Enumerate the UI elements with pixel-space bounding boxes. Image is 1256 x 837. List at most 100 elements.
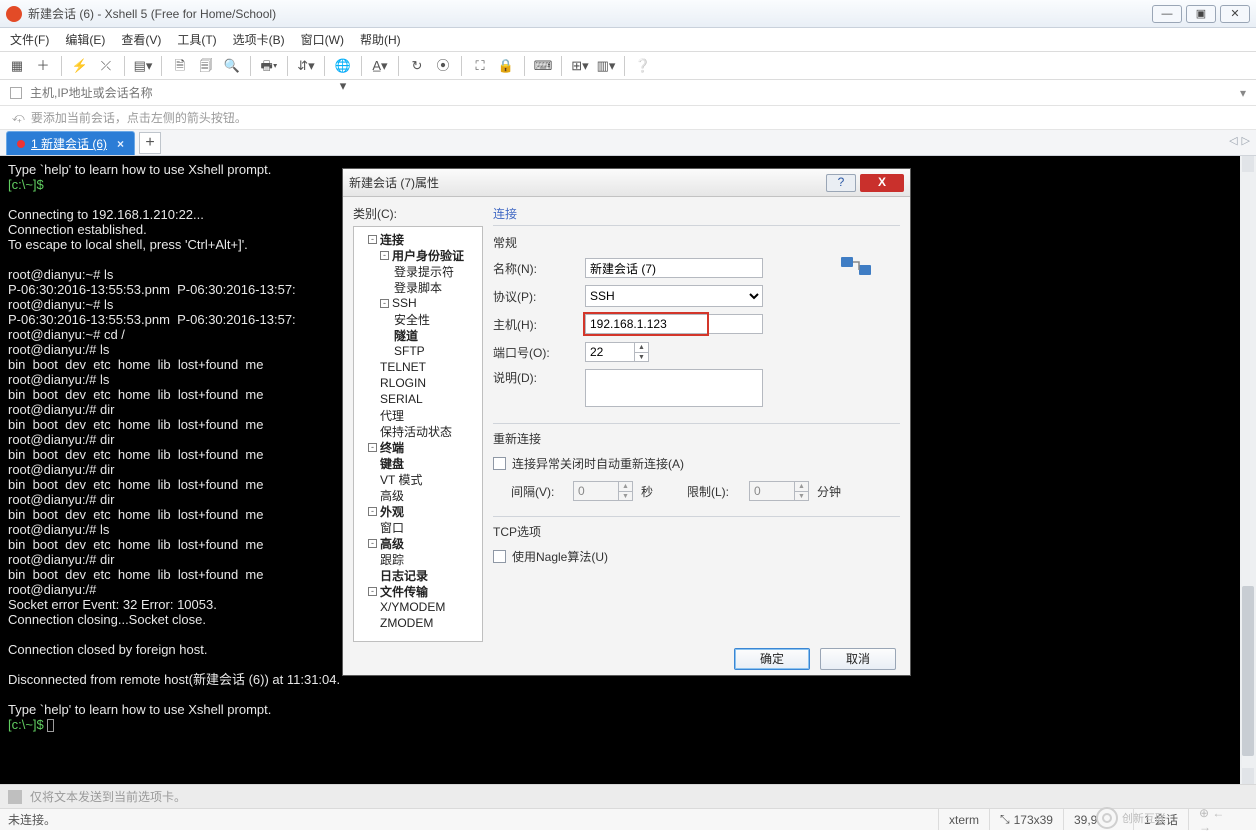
menu-item[interactable]: 帮助(H) bbox=[360, 31, 401, 48]
disconnect-icon[interactable]: ⤫ bbox=[95, 55, 117, 77]
minimize-button[interactable]: — bbox=[1152, 5, 1182, 23]
tree-node[interactable]: 保持活动状态 bbox=[356, 423, 480, 439]
address-dropdown-icon[interactable]: ▾ bbox=[1240, 86, 1246, 100]
tree-node[interactable]: X/YMODEM bbox=[356, 599, 480, 615]
cancel-button[interactable]: 取消 bbox=[820, 648, 896, 670]
print-icon[interactable]: 🖶▾ bbox=[258, 55, 280, 77]
auto-reconnect-checkbox[interactable]: 连接异常关闭时自动重新连接(A) bbox=[493, 455, 900, 472]
app-logo-icon bbox=[6, 6, 22, 22]
reload-icon[interactable]: ↻ bbox=[406, 55, 428, 77]
tree-node[interactable]: 代理 bbox=[356, 407, 480, 423]
tree-node[interactable]: 高级 bbox=[356, 487, 480, 503]
close-window-button[interactable]: ✕ bbox=[1220, 5, 1250, 23]
tree-node[interactable]: SFTP bbox=[356, 343, 480, 359]
tree-node[interactable]: -SSH bbox=[356, 295, 480, 311]
session-tab[interactable]: 1 新建会话 (6) × bbox=[6, 131, 135, 155]
tab-scroll-left-icon[interactable]: ◁ bbox=[1229, 134, 1237, 147]
keyboard-icon[interactable]: ⌨ bbox=[532, 55, 554, 77]
menu-item[interactable]: 文件(F) bbox=[10, 31, 49, 48]
tree-node[interactable]: -文件传输 bbox=[356, 583, 480, 599]
interval-unit: 秒 bbox=[641, 483, 653, 500]
name-label: 名称(N): bbox=[493, 260, 585, 277]
new-tab-icon[interactable]: ＋ bbox=[32, 55, 54, 77]
search-icon[interactable]: 🔍 bbox=[221, 55, 243, 77]
interval-input bbox=[574, 482, 618, 500]
ok-button[interactable]: 确定 bbox=[734, 648, 810, 670]
tree-node[interactable]: ZMODEM bbox=[356, 615, 480, 631]
menu-item[interactable]: 查看(V) bbox=[121, 31, 161, 48]
menu-item[interactable]: 工具(T) bbox=[177, 31, 216, 48]
tree-node[interactable]: -终端 bbox=[356, 439, 480, 455]
host-marker-icon bbox=[10, 87, 22, 99]
dialog-close-button[interactable]: X bbox=[860, 174, 904, 192]
tree-node[interactable]: 日志记录 bbox=[356, 567, 480, 583]
help-icon[interactable]: ❔ bbox=[632, 55, 654, 77]
nagle-checkbox[interactable]: 使用Nagle算法(U) bbox=[493, 548, 900, 565]
tree-node[interactable]: TELNET bbox=[356, 359, 480, 375]
menu-bar: 文件(F) 编辑(E) 查看(V) 工具(T) 选项卡(B) 窗口(W) 帮助(H) bbox=[0, 28, 1256, 52]
stop-icon[interactable]: ⦿ bbox=[432, 55, 454, 77]
font-icon[interactable]: A̲▾ bbox=[369, 55, 391, 77]
lock-icon[interactable]: 🔒 bbox=[495, 55, 517, 77]
desc-label: 说明(D): bbox=[493, 369, 585, 386]
addtab-icon[interactable]: ⊞▾ bbox=[569, 55, 591, 77]
category-tree[interactable]: -连接-用户身份验证登录提示符登录脚本-SSH安全性隧道SFTPTELNETRL… bbox=[353, 226, 483, 642]
section-tcp: TCP选项 bbox=[493, 516, 900, 540]
tree-node[interactable]: RLOGIN bbox=[356, 375, 480, 391]
tree-node[interactable]: 登录提示符 bbox=[356, 263, 480, 279]
tab-scroll-right-icon[interactable]: ▷ bbox=[1242, 134, 1250, 147]
scroll-down-icon[interactable] bbox=[1242, 768, 1254, 784]
host-input[interactable] bbox=[30, 86, 1240, 100]
tree-node[interactable]: 跟踪 bbox=[356, 551, 480, 567]
layout-icon[interactable]: ▥▾ bbox=[595, 55, 617, 77]
tree-node[interactable]: 登录脚本 bbox=[356, 279, 480, 295]
maximize-button[interactable]: ▣ bbox=[1186, 5, 1216, 23]
menu-item[interactable]: 选项卡(B) bbox=[233, 31, 285, 48]
tree-node[interactable]: 窗口 bbox=[356, 519, 480, 535]
fullscreen-icon[interactable]: ⛶ bbox=[469, 55, 491, 77]
scroll-up-icon[interactable] bbox=[1242, 156, 1254, 172]
tab-close-icon[interactable]: × bbox=[117, 137, 124, 151]
status-size: ⤡173x39 bbox=[989, 809, 1063, 830]
connection-icon bbox=[840, 253, 872, 281]
description-textarea[interactable] bbox=[585, 369, 763, 407]
menu-item[interactable]: 窗口(W) bbox=[301, 31, 344, 48]
tree-node[interactable]: -外观 bbox=[356, 503, 480, 519]
nagle-label: 使用Nagle算法(U) bbox=[512, 548, 608, 565]
add-tab-button[interactable]: + bbox=[139, 132, 161, 154]
tree-node[interactable]: 键盘 bbox=[356, 455, 480, 471]
tree-node[interactable]: -用户身份验证 bbox=[356, 247, 480, 263]
window-titlebar: 新建会话 (6) - Xshell 5 (Free for Home/Schoo… bbox=[0, 0, 1256, 28]
paste-icon[interactable]: 🗐 bbox=[195, 55, 217, 77]
section-connection: 连接 bbox=[493, 205, 900, 226]
checkbox-icon bbox=[493, 457, 506, 470]
protocol-select[interactable]: SSH bbox=[585, 285, 763, 307]
port-spinner[interactable]: ▲▼ bbox=[585, 342, 649, 362]
host-ip-input[interactable] bbox=[585, 314, 763, 334]
dialog-help-button[interactable]: ? bbox=[826, 174, 856, 192]
tree-node[interactable]: SERIAL bbox=[356, 391, 480, 407]
new-session-icon[interactable]: ▦ bbox=[6, 55, 28, 77]
scroll-thumb[interactable] bbox=[1242, 586, 1254, 756]
session-name-input[interactable] bbox=[585, 258, 763, 278]
tree-node[interactable]: VT 模式 bbox=[356, 471, 480, 487]
copy-icon[interactable]: 🗎 bbox=[169, 55, 191, 77]
hint-bar: ⤽ 要添加当前会话，点击左侧的箭头按钮。 bbox=[0, 106, 1256, 130]
menu-item[interactable]: 编辑(E) bbox=[65, 31, 105, 48]
port-up-icon[interactable]: ▲ bbox=[634, 343, 648, 353]
status-connection: 未连接。 bbox=[8, 811, 56, 828]
port-input[interactable] bbox=[586, 343, 634, 361]
transfer-icon[interactable]: ⇵▾ bbox=[295, 55, 317, 77]
tree-node[interactable]: -高级 bbox=[356, 535, 480, 551]
tree-node[interactable]: 安全性 bbox=[356, 311, 480, 327]
tab-status-icon bbox=[17, 140, 25, 148]
terminal-scrollbar[interactable] bbox=[1240, 156, 1256, 784]
main-toolbar: ▦ ＋ ⚡ ⤫ ▤▾ 🗎 🗐 🔍 🖶▾ ⇵▾ 🌐▾ A̲▾ ↻ ⦿ ⛶ 🔒 ⌨ … bbox=[0, 52, 1256, 80]
connect-icon[interactable]: ⚡ bbox=[69, 55, 91, 77]
send-icon[interactable] bbox=[8, 790, 22, 804]
tree-node[interactable]: -连接 bbox=[356, 231, 480, 247]
sessions-icon[interactable]: ▤▾ bbox=[132, 55, 154, 77]
language-icon[interactable]: 🌐▾ bbox=[332, 55, 354, 77]
port-down-icon[interactable]: ▼ bbox=[634, 353, 648, 362]
tree-node[interactable]: 隧道 bbox=[356, 327, 480, 343]
